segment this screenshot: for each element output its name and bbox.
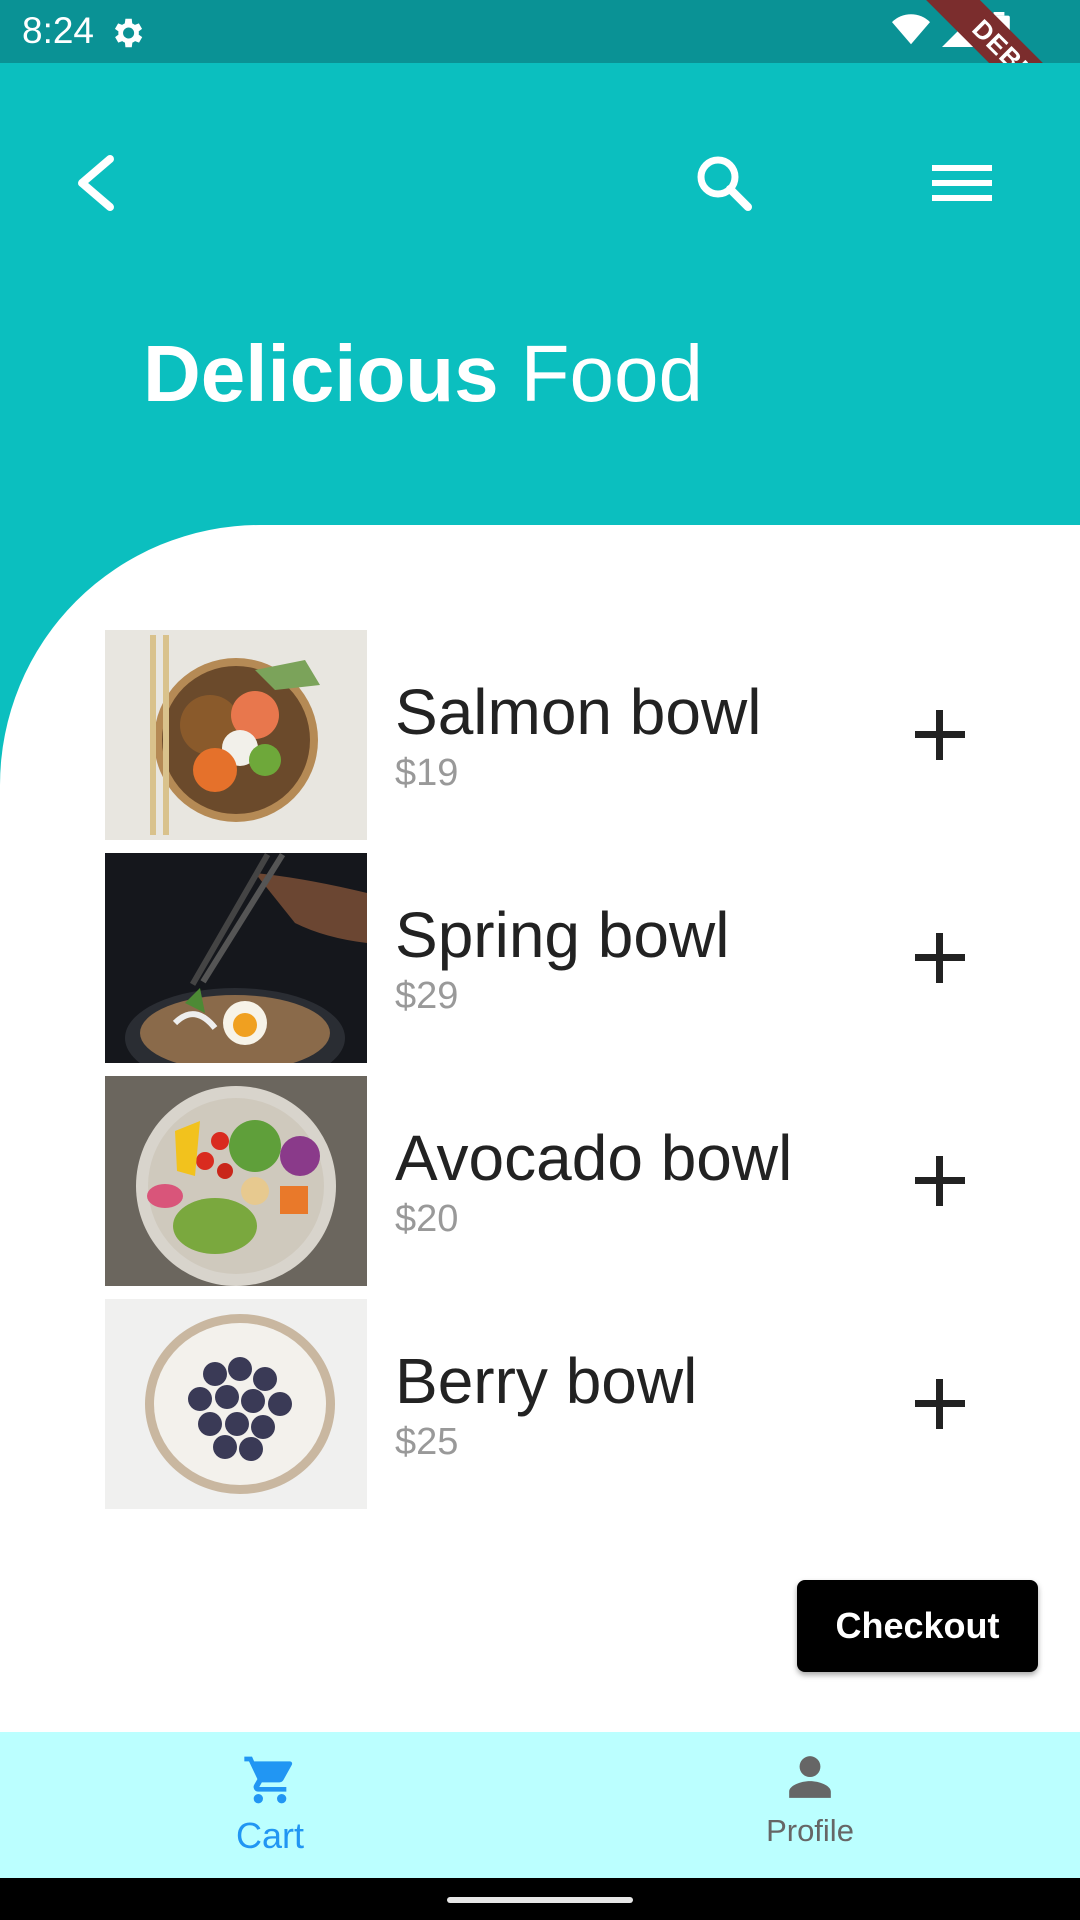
salmon-bowl-image xyxy=(105,630,367,840)
item-name: Avocado bowl xyxy=(395,1122,793,1194)
menu-icon[interactable] xyxy=(922,143,1002,223)
back-arrow-icon[interactable] xyxy=(58,143,138,223)
status-bar: 8:24 xyxy=(0,0,1080,63)
title-light-text: Food xyxy=(520,329,704,418)
item-name: Salmon bowl xyxy=(395,676,762,748)
person-icon xyxy=(789,1756,831,1798)
nav-item-cart[interactable]: Cart xyxy=(190,1752,350,1862)
list-item: Salmon bowl $19 xyxy=(105,630,1005,840)
nav-label-cart: Cart xyxy=(235,1815,304,1856)
list-item: Avocado bowl $20 xyxy=(105,1076,1005,1286)
title-bold-text: Delicious xyxy=(143,329,499,418)
item-name: Spring bowl xyxy=(395,899,730,971)
cart-icon xyxy=(244,1756,293,1804)
item-price: $25 xyxy=(395,1421,459,1463)
list-item: Spring bowl $29 xyxy=(105,853,1005,1063)
page-title: Delicious Food xyxy=(143,328,703,420)
home-indicator[interactable] xyxy=(447,1897,633,1903)
checkout-button[interactable]: Checkout xyxy=(797,1580,1038,1672)
spring-bowl-image xyxy=(105,853,367,1063)
wifi-icon xyxy=(892,14,930,45)
system-nav-bar xyxy=(0,1878,1080,1920)
add-icon[interactable] xyxy=(905,1146,975,1216)
add-icon[interactable] xyxy=(905,1369,975,1439)
status-time: 8:24 xyxy=(22,10,95,51)
settings-gear-icon xyxy=(114,18,143,48)
berry-bowl-image xyxy=(105,1299,367,1509)
item-price: $19 xyxy=(395,752,459,794)
header: Delicious Food xyxy=(0,63,1080,528)
list-item: Berry bowl $25 xyxy=(105,1299,1005,1509)
search-icon[interactable] xyxy=(684,143,764,223)
bottom-navigation: Cart Profile xyxy=(0,1732,1080,1878)
avocado-bowl-image xyxy=(105,1076,367,1286)
add-icon[interactable] xyxy=(905,923,975,993)
add-icon[interactable] xyxy=(905,700,975,770)
item-price: $29 xyxy=(395,975,459,1017)
nav-item-profile[interactable]: Profile xyxy=(730,1752,890,1862)
item-price: $20 xyxy=(395,1198,459,1240)
nav-label-profile: Profile xyxy=(766,1813,854,1848)
item-name: Berry bowl xyxy=(395,1345,698,1417)
